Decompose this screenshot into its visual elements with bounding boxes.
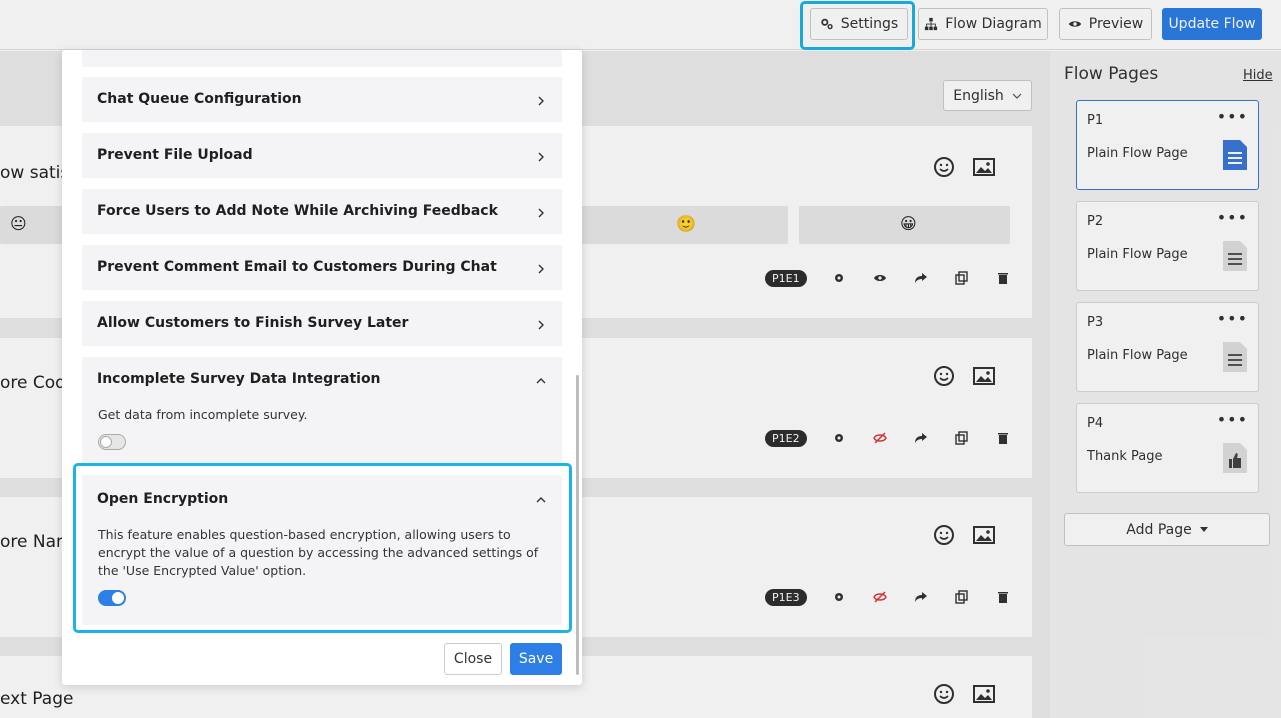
chevron-right-icon: [538, 264, 544, 274]
modal-scrollbar[interactable]: [576, 375, 579, 675]
chevron-right-icon: [538, 152, 544, 162]
accordion-title: Prevent File Upload: [97, 147, 253, 163]
accordion-title: Force Users to Add Note While Archiving …: [97, 203, 498, 219]
accordion-allow-finish-later[interactable]: Allow Customers to Finish Survey Later: [82, 301, 562, 346]
incomplete-survey-toggle[interactable]: [98, 434, 126, 450]
chevron-right-icon: [538, 208, 544, 218]
accordion-title: Incomplete Survey Data Integration: [97, 371, 381, 387]
accordion-section-partial[interactable]: [82, 50, 562, 67]
accordion-prevent-file-upload[interactable]: Prevent File Upload: [82, 133, 562, 178]
accordion-prevent-comment-email[interactable]: Prevent Comment Email to Customers Durin…: [82, 245, 562, 290]
accordion-description: Get data from incomplete survey.: [98, 407, 308, 422]
accordion-title: Prevent Comment Email to Customers Durin…: [97, 259, 497, 275]
accordion-force-users-add-note[interactable]: Force Users to Add Note While Archiving …: [82, 189, 562, 234]
accordion-title: Chat Queue Configuration: [97, 91, 302, 107]
toggle-knob: [100, 436, 112, 448]
save-button[interactable]: Save: [510, 643, 562, 675]
accordion-incomplete-survey-data[interactable]: Incomplete Survey Data Integration Get d…: [82, 357, 562, 464]
open-encryption-highlight-box: [73, 463, 572, 633]
chevron-right-icon: [538, 320, 544, 330]
accordion-title: Allow Customers to Finish Survey Later: [97, 315, 409, 331]
accordion-chat-queue-configuration[interactable]: Chat Queue Configuration: [82, 77, 562, 122]
chevron-right-icon: [538, 96, 544, 106]
close-button[interactable]: Close: [444, 643, 502, 675]
chevron-up-icon: [536, 378, 546, 384]
